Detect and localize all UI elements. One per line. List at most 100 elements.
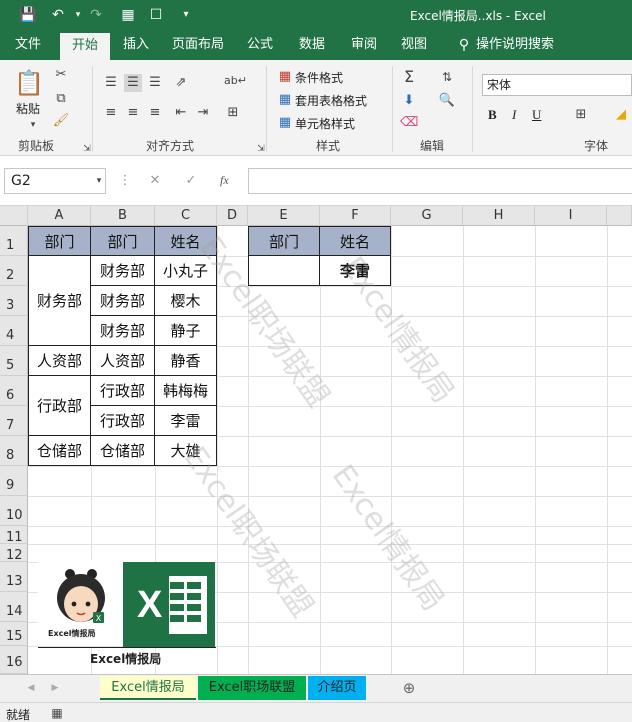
- table-header-cell[interactable]: 部门: [91, 227, 155, 256]
- paste-dropdown-icon[interactable]: ▾: [24, 116, 42, 134]
- row-header[interactable]: 13: [0, 562, 28, 592]
- conditional-format-button[interactable]: 条件格式: [295, 69, 343, 86]
- name-cell[interactable]: 小丸子: [155, 256, 217, 286]
- worksheet-grid[interactable]: A B C D E F G H I 1 2 3 4 5 6 7 8 9 10 1…: [0, 206, 632, 674]
- paste-button[interactable]: 粘贴: [16, 100, 40, 117]
- tab-insert[interactable]: 插入: [116, 30, 156, 60]
- paste-icon[interactable]: 📋: [14, 68, 44, 98]
- font-name-select[interactable]: 宋体: [482, 74, 632, 96]
- cut-icon[interactable]: ✂: [52, 66, 70, 84]
- name-cell[interactable]: 李雷: [155, 406, 217, 436]
- orientation-icon[interactable]: ⇗: [172, 74, 190, 92]
- add-sheet-icon[interactable]: ⊕: [400, 679, 418, 697]
- row-header[interactable]: 10: [0, 496, 28, 526]
- row-header[interactable]: 15: [0, 622, 28, 646]
- cell-style-icon[interactable]: ▦: [276, 114, 294, 132]
- save-icon[interactable]: 💾: [18, 5, 38, 25]
- find-select-icon[interactable]: 🔍: [438, 92, 456, 110]
- merged-dept-cell[interactable]: 行政部: [29, 376, 91, 436]
- row-header[interactable]: 2: [0, 256, 28, 286]
- sheet-tab-active[interactable]: Excel情报局: [100, 676, 196, 700]
- cancel-icon[interactable]: ✕: [146, 172, 164, 190]
- format-painter-icon[interactable]: 🖌: [52, 112, 70, 130]
- borders-icon[interactable]: ⊞: [572, 106, 590, 124]
- row-header[interactable]: 6: [0, 376, 28, 406]
- italic-button[interactable]: I: [512, 107, 516, 123]
- sheet-tab[interactable]: Excel职场联盟: [198, 676, 306, 700]
- name-box-dropdown-icon[interactable]: ▾: [90, 172, 108, 190]
- align-middle-icon[interactable]: ☰: [124, 74, 142, 92]
- column-header[interactable]: D: [217, 206, 248, 226]
- tab-file[interactable]: 文件: [6, 30, 50, 60]
- align-top-icon[interactable]: ☰: [102, 74, 120, 92]
- touch-mode-icon[interactable]: ☐: [146, 5, 166, 25]
- tab-review[interactable]: 审阅: [344, 30, 384, 60]
- insert-function-button[interactable]: fx: [220, 173, 229, 188]
- column-header[interactable]: I: [535, 206, 607, 226]
- undo-dropdown-icon[interactable]: ▾: [68, 5, 88, 25]
- row-header[interactable]: 14: [0, 592, 28, 622]
- formula-input[interactable]: [248, 168, 632, 194]
- row-header[interactable]: 5: [0, 346, 28, 376]
- tab-view[interactable]: 视图: [394, 30, 434, 60]
- copy-icon[interactable]: ⧉: [52, 90, 70, 108]
- fill-color-icon[interactable]: ◢: [612, 106, 630, 124]
- lookup-name-cell[interactable]: 李雷: [320, 256, 391, 286]
- name-cell[interactable]: 静子: [155, 316, 217, 346]
- enter-icon[interactable]: ✓: [182, 172, 200, 190]
- column-header[interactable]: E: [248, 206, 320, 226]
- dept-cell[interactable]: 人资部: [91, 346, 155, 376]
- row-header[interactable]: 11: [0, 526, 28, 545]
- merged-dept-cell[interactable]: 人资部: [29, 346, 91, 376]
- merged-dept-cell[interactable]: 财务部: [29, 256, 91, 346]
- tell-me-search[interactable]: 操作说明搜索: [476, 30, 576, 60]
- align-left-icon[interactable]: ≡: [102, 104, 120, 122]
- lookup-header-cell[interactable]: 部门: [249, 227, 320, 256]
- cell-style-button[interactable]: 单元格样式: [295, 115, 355, 132]
- increase-indent-icon[interactable]: ⇥: [194, 104, 212, 122]
- conditional-format-icon[interactable]: ▦: [276, 68, 294, 86]
- macro-record-icon[interactable]: ▦: [48, 704, 66, 722]
- merged-dept-cell[interactable]: 仓储部: [29, 436, 91, 466]
- dept-cell[interactable]: 财务部: [91, 316, 155, 346]
- row-header[interactable]: 7: [0, 406, 28, 436]
- row-header[interactable]: 16: [0, 646, 28, 674]
- wrap-text-icon[interactable]: ab↵: [224, 72, 247, 90]
- name-cell[interactable]: 韩梅梅: [155, 376, 217, 406]
- row-header[interactable]: 8: [0, 436, 28, 466]
- table-header-cell[interactable]: 部门: [29, 227, 91, 256]
- name-cell[interactable]: 静香: [155, 346, 217, 376]
- column-header[interactable]: F: [320, 206, 391, 226]
- row-header[interactable]: 3: [0, 286, 28, 316]
- dept-cell[interactable]: 行政部: [91, 376, 155, 406]
- scroll-left-icon[interactable]: ◀: [22, 679, 40, 697]
- scroll-right-icon[interactable]: ▶: [46, 679, 64, 697]
- lookup-dept-result-cell[interactable]: [249, 256, 320, 286]
- column-header[interactable]: C: [155, 206, 217, 226]
- bold-button[interactable]: B: [488, 107, 497, 123]
- merge-center-icon[interactable]: ⊞: [224, 104, 242, 122]
- row-header[interactable]: 12: [0, 544, 28, 563]
- autosum-icon[interactable]: Σ: [400, 68, 418, 86]
- decrease-indent-icon[interactable]: ⇤: [172, 104, 190, 122]
- select-all-corner[interactable]: [0, 206, 28, 226]
- name-cell[interactable]: 樱木: [155, 286, 217, 316]
- sort-filter-icon[interactable]: ⇅: [438, 68, 456, 86]
- row-header[interactable]: 9: [0, 466, 28, 496]
- align-bottom-icon[interactable]: ☰: [146, 74, 164, 92]
- customize-quick-access-icon[interactable]: ▾: [176, 5, 196, 25]
- sheet-tab[interactable]: 介绍页: [308, 676, 366, 700]
- undo-icon[interactable]: ↶: [48, 5, 68, 25]
- table-header-cell[interactable]: 姓名: [155, 227, 217, 256]
- align-center-icon[interactable]: ≡: [124, 104, 142, 122]
- dept-cell[interactable]: 行政部: [91, 406, 155, 436]
- column-header[interactable]: G: [391, 206, 463, 226]
- print-preview-icon[interactable]: ▦: [118, 5, 138, 25]
- column-header[interactable]: B: [91, 206, 155, 226]
- column-header[interactable]: [607, 206, 632, 226]
- dept-cell[interactable]: 仓储部: [91, 436, 155, 466]
- row-header[interactable]: 4: [0, 316, 28, 346]
- tab-page-layout[interactable]: 页面布局: [166, 30, 230, 60]
- tab-data[interactable]: 数据: [292, 30, 332, 60]
- align-right-icon[interactable]: ≡: [146, 104, 164, 122]
